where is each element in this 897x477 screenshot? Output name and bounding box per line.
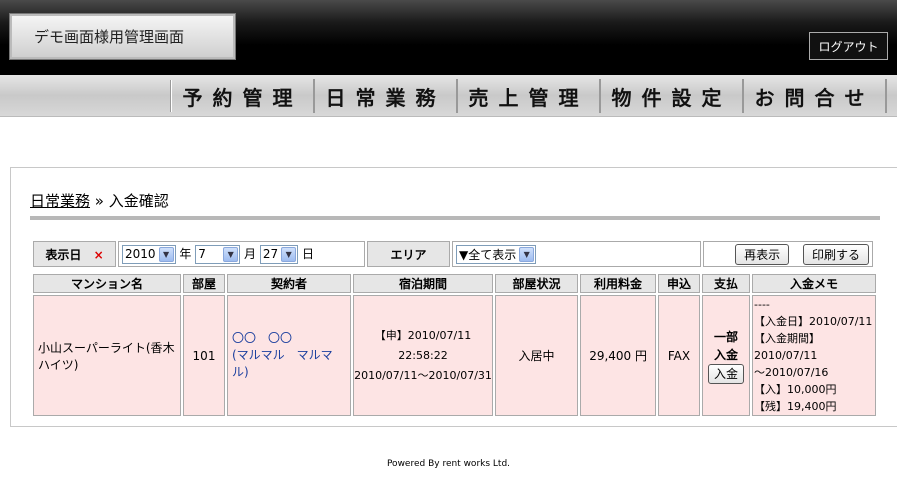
memo-line: ～2010/07/16 xyxy=(754,366,829,379)
required-mark-icon: × xyxy=(93,247,104,262)
table-row: 小山スーパーライト(香木ハイツ) 101 〇〇 〇〇 (マルマル マルマル) 【… xyxy=(33,295,876,416)
area-label: エリア xyxy=(367,241,450,267)
contractor-kana[interactable]: (マルマル マルマル) xyxy=(232,347,346,381)
nav-reservation[interactable]: 予約管理 xyxy=(172,79,315,113)
site-title: デモ画面様用管理画面 xyxy=(9,13,236,60)
nav-daily-work[interactable]: 日常業務 xyxy=(315,79,458,113)
footer-credit: Powered By rent works Ltd. xyxy=(386,459,511,469)
area-select-cell: ▼全て表示 ▼ xyxy=(452,241,701,267)
memo-line: 【残】19,400円 xyxy=(754,400,837,413)
period-range: 2010/07/11～2010/07/31 xyxy=(354,368,492,382)
date-label: 表示日 xyxy=(45,247,82,262)
month-value: 7 xyxy=(198,247,206,261)
cell-period: 【申】2010/07/11 22:58:22 2010/07/11～2010/0… xyxy=(353,295,493,416)
breadcrumb-parent-link[interactable]: 日常業務 xyxy=(30,192,90,210)
cell-mansion: 小山スーパーライト(香木ハイツ) xyxy=(33,295,181,416)
contractor-name[interactable]: 〇〇 〇〇 xyxy=(232,330,346,347)
print-button[interactable]: 印刷する xyxy=(802,243,869,265)
col-payment: 支払 xyxy=(702,274,750,293)
cell-fee: 29,400 円 xyxy=(580,295,656,416)
date-label-cell: 表示日 × xyxy=(33,241,116,267)
col-contractor: 契約者 xyxy=(227,274,351,293)
col-room: 部屋 xyxy=(183,274,225,293)
cell-memo: ---- 【入金日】2010/07/11 【入金期間】2010/07/11 ～2… xyxy=(752,295,876,416)
filter-bar: 表示日 × 2010 ▼ 年 7 ▼ 月 27 ▼ 日 エリア ▼全て表示 ▼ 再表示 … xyxy=(31,241,875,267)
header-bar: デモ画面様用管理画面 ログアウト xyxy=(0,0,897,75)
cell-contractor: 〇〇 〇〇 (マルマル マルマル) xyxy=(227,295,351,416)
title-underline xyxy=(30,216,880,220)
memo-line: 【入金日】2010/07/11 xyxy=(754,315,873,328)
chevron-down-icon: ▼ xyxy=(281,246,297,262)
col-period: 宿泊期間 xyxy=(353,274,493,293)
cell-apply: FAX xyxy=(658,295,700,416)
breadcrumb-separator: » xyxy=(90,192,109,210)
day-unit: 日 xyxy=(302,246,315,261)
payment-status-2: 入金 xyxy=(713,347,738,362)
col-mansion: マンション名 xyxy=(33,274,181,293)
page-title: 入金確認 xyxy=(108,192,169,210)
nav-inquiry[interactable]: お問合せ xyxy=(744,79,887,113)
date-selectors: 2010 ▼ 年 7 ▼ 月 27 ▼ 日 xyxy=(118,241,365,267)
day-select[interactable]: 27 ▼ xyxy=(259,244,299,264)
chevron-down-icon: ▼ xyxy=(223,246,239,262)
chevron-down-icon: ▼ xyxy=(158,246,174,262)
year-select[interactable]: 2010 ▼ xyxy=(122,244,176,264)
nav-sales[interactable]: 売上管理 xyxy=(458,79,601,113)
memo-line: 【入】10,000円 xyxy=(754,383,837,396)
year-unit: 年 xyxy=(179,246,192,261)
col-room-status: 部屋状況 xyxy=(495,274,578,293)
period-applied: 【申】2010/07/11 22:58:22 xyxy=(374,328,472,362)
col-apply: 申込 xyxy=(658,274,700,293)
month-unit: 月 xyxy=(244,246,257,261)
payment-table: マンション名 部屋 契約者 宿泊期間 部屋状況 利用料金 申込 支払 入金メモ … xyxy=(31,272,878,418)
area-value: ▼全て表示 xyxy=(459,247,517,262)
col-fee: 利用料金 xyxy=(580,274,656,293)
main-nav: 予約管理 日常業務 売上管理 物件設定 お問合せ xyxy=(0,75,897,117)
year-value: 2010 xyxy=(125,247,156,261)
logout-button[interactable]: ログアウト xyxy=(809,32,888,60)
memo-line: 【入金期間】2010/07/11 xyxy=(754,332,820,362)
area-select[interactable]: ▼全て表示 ▼ xyxy=(456,244,537,264)
payment-status-1: 一部 xyxy=(713,329,738,344)
cell-payment: 一部 入金 入金 xyxy=(702,295,750,416)
day-value: 27 xyxy=(262,247,279,261)
cell-room: 101 xyxy=(183,295,225,416)
action-buttons: 再表示 印刷する xyxy=(703,241,873,267)
table-header-row: マンション名 部屋 契約者 宿泊期間 部屋状況 利用料金 申込 支払 入金メモ xyxy=(33,274,876,293)
chevron-down-icon: ▼ xyxy=(519,246,535,262)
col-memo: 入金メモ xyxy=(752,274,876,293)
cell-room-status: 入居中 xyxy=(495,295,578,416)
memo-line: ---- xyxy=(754,298,770,311)
breadcrumb: 日常業務 » 入金確認 xyxy=(30,190,169,211)
payment-button[interactable]: 入金 xyxy=(707,363,744,384)
refresh-button[interactable]: 再表示 xyxy=(735,243,790,265)
month-select[interactable]: 7 ▼ xyxy=(195,244,241,264)
nav-property-settings[interactable]: 物件設定 xyxy=(601,79,744,113)
